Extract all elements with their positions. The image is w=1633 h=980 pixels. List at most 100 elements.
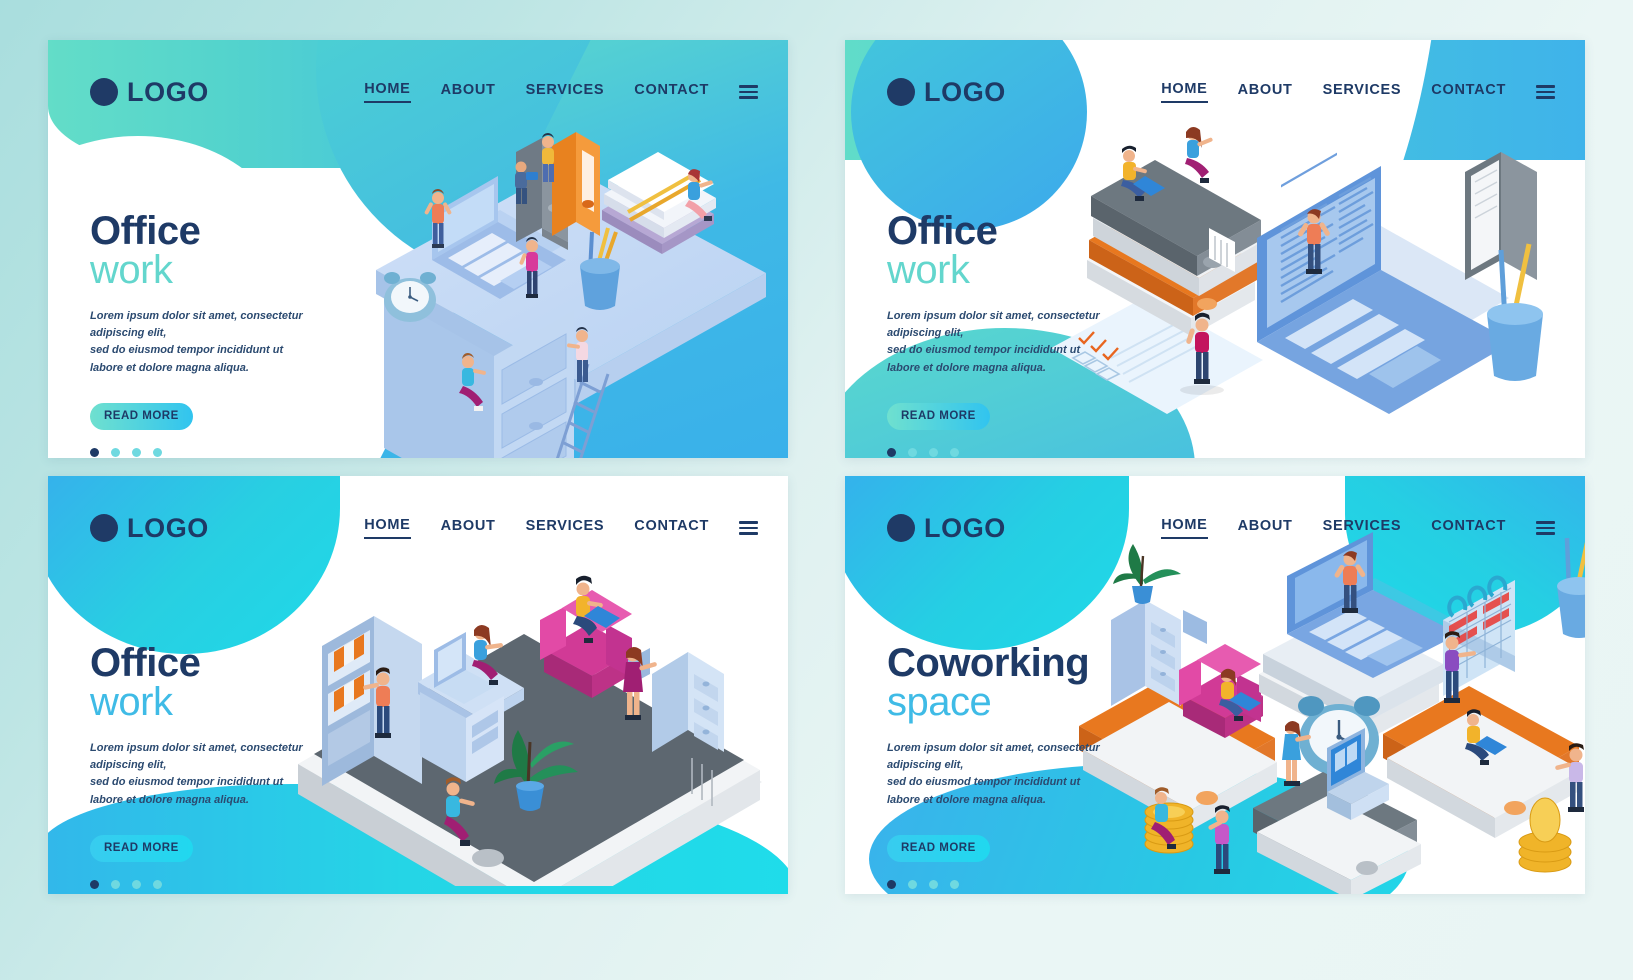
nav-item-about[interactable]: ABOUT — [1238, 518, 1293, 538]
nav-item-home[interactable]: HOME — [1161, 81, 1208, 103]
logo-text: LOGO — [924, 512, 1006, 543]
nav-item-contact[interactable]: CONTACT — [1431, 518, 1506, 538]
card-3-hero: Office work Lorem ipsum dolor sit amet, … — [90, 641, 380, 889]
nav-item-services[interactable]: SERVICES — [526, 82, 605, 102]
desc-line-2: sed do eiusmod tempor incididunt ut — [887, 776, 1081, 789]
nav-item-about[interactable]: ABOUT — [1238, 82, 1293, 102]
landing-card-1: LOGO HOME ABOUT SERVICES CONTACT Office … — [48, 40, 788, 458]
pagination-dot-2[interactable] — [111, 879, 120, 889]
logo-text: LOGO — [127, 76, 209, 107]
hero-description: Lorem ipsum dolor sit amet, consectetur … — [90, 740, 335, 808]
desc-line-3: labore et dolore magna aliqua. — [887, 793, 1046, 806]
card-4-hero: Coworking space Lorem ipsum dolor sit am… — [887, 641, 1177, 889]
pagination-dot-4[interactable] — [950, 879, 959, 889]
logo-dot-icon — [887, 78, 915, 106]
card-2-hero: Office work Lorem ipsum dolor sit amet, … — [887, 209, 1177, 457]
pagination-dot-4[interactable] — [950, 447, 959, 457]
logo[interactable]: LOGO — [90, 77, 209, 108]
page-title: Office work — [90, 209, 380, 293]
pagination-dot-3[interactable] — [132, 879, 141, 889]
logo-text: LOGO — [127, 512, 209, 543]
landing-card-3: LOGO HOME ABOUT SERVICES CONTACT Office … — [48, 476, 788, 894]
nav-item-contact[interactable]: CONTACT — [1431, 82, 1506, 102]
desc-line-2: sed do eiusmod tempor incididunt ut — [887, 344, 1081, 357]
pagination-dot-3[interactable] — [929, 447, 938, 457]
nav-item-home[interactable]: HOME — [364, 81, 411, 103]
pagination-dot-2[interactable] — [111, 447, 120, 457]
page-title: Coworking space — [887, 641, 1177, 725]
nav-item-services[interactable]: SERVICES — [1323, 518, 1402, 538]
pagination-dot-1[interactable] — [887, 879, 896, 889]
heading-line-1: Office — [90, 641, 201, 685]
main-nav: HOME ABOUT SERVICES CONTACT — [364, 517, 758, 539]
nav-item-services[interactable]: SERVICES — [1323, 82, 1402, 102]
landing-card-2: LOGO HOME ABOUT SERVICES CONTACT Office … — [845, 40, 1585, 458]
read-more-button[interactable]: READ MORE — [90, 402, 193, 430]
heading-line-1: Coworking — [887, 641, 1090, 685]
logo-dot-icon — [90, 514, 118, 542]
page-title: Office work — [887, 209, 1177, 293]
desc-line-1: Lorem ipsum dolor sit amet, consectetur … — [90, 310, 303, 340]
hamburger-icon[interactable] — [739, 85, 758, 99]
desc-line-1: Lorem ipsum dolor sit amet, consectetur … — [887, 310, 1100, 340]
logo[interactable]: LOGO — [887, 513, 1006, 544]
desc-line-2: sed do eiusmod tempor incididunt ut — [90, 344, 284, 357]
card-1-hero: Office work Lorem ipsum dolor sit amet, … — [90, 209, 380, 457]
landing-card-4: LOGO HOME ABOUT SERVICES CONTACT Coworki… — [845, 476, 1585, 894]
heading-line-2: work — [90, 248, 173, 293]
desc-line-1: Lorem ipsum dolor sit amet, consectetur … — [90, 742, 303, 772]
main-nav: HOME ABOUT SERVICES CONTACT — [364, 81, 758, 103]
pagination-dot-3[interactable] — [929, 879, 938, 889]
desc-line-3: labore et dolore magna aliqua. — [887, 361, 1046, 374]
heading-line-2: space — [887, 680, 992, 725]
carousel-pagination — [90, 879, 380, 889]
hamburger-icon[interactable] — [739, 521, 758, 535]
heading-line-1: Office — [90, 209, 201, 253]
desc-line-3: labore et dolore magna aliqua. — [90, 793, 249, 806]
pagination-dot-2[interactable] — [908, 879, 917, 889]
carousel-pagination — [90, 447, 380, 457]
page-title: Office work — [90, 641, 380, 725]
main-nav: HOME ABOUT SERVICES CONTACT — [1161, 517, 1555, 539]
heading-line-1: Office — [887, 209, 998, 253]
card-4-header: LOGO HOME ABOUT SERVICES CONTACT — [845, 476, 1585, 580]
logo-dot-icon — [887, 514, 915, 542]
pagination-dot-3[interactable] — [132, 447, 141, 457]
pagination-dot-2[interactable] — [908, 447, 917, 457]
card-2-header: LOGO HOME ABOUT SERVICES CONTACT — [845, 40, 1585, 144]
pagination-dot-1[interactable] — [90, 447, 99, 457]
hero-description: Lorem ipsum dolor sit amet, consectetur … — [90, 308, 335, 376]
logo[interactable]: LOGO — [90, 513, 209, 544]
pagination-dot-1[interactable] — [887, 447, 896, 457]
hamburger-icon[interactable] — [1536, 85, 1555, 99]
carousel-pagination — [887, 447, 1177, 457]
hero-description: Lorem ipsum dolor sit amet, consectetur … — [887, 740, 1132, 808]
nav-item-about[interactable]: ABOUT — [441, 518, 496, 538]
hero-description: Lorem ipsum dolor sit amet, consectetur … — [887, 308, 1132, 376]
desc-line-2: sed do eiusmod tempor incididunt ut — [90, 776, 284, 789]
nav-item-home[interactable]: HOME — [1161, 517, 1208, 539]
logo-text: LOGO — [924, 76, 1006, 107]
read-more-button[interactable]: READ MORE — [887, 834, 990, 862]
pagination-dot-4[interactable] — [153, 447, 162, 457]
nav-item-services[interactable]: SERVICES — [526, 518, 605, 538]
main-nav: HOME ABOUT SERVICES CONTACT — [1161, 81, 1555, 103]
logo-dot-icon — [90, 78, 118, 106]
card-3-header: LOGO HOME ABOUT SERVICES CONTACT — [48, 476, 788, 580]
nav-item-about[interactable]: ABOUT — [441, 82, 496, 102]
read-more-button[interactable]: READ MORE — [90, 834, 193, 862]
heading-line-2: work — [887, 248, 970, 293]
pagination-dot-4[interactable] — [153, 879, 162, 889]
pagination-dot-1[interactable] — [90, 879, 99, 889]
nav-item-home[interactable]: HOME — [364, 517, 411, 539]
heading-line-2: work — [90, 680, 173, 725]
read-more-button[interactable]: READ MORE — [887, 402, 990, 430]
carousel-pagination — [887, 879, 1177, 889]
nav-item-contact[interactable]: CONTACT — [634, 82, 709, 102]
nav-item-contact[interactable]: CONTACT — [634, 518, 709, 538]
hamburger-icon[interactable] — [1536, 521, 1555, 535]
desc-line-3: labore et dolore magna aliqua. — [90, 361, 249, 374]
logo[interactable]: LOGO — [887, 77, 1006, 108]
card-1-header: LOGO HOME ABOUT SERVICES CONTACT — [48, 40, 788, 144]
desc-line-1: Lorem ipsum dolor sit amet, consectetur … — [887, 742, 1100, 772]
